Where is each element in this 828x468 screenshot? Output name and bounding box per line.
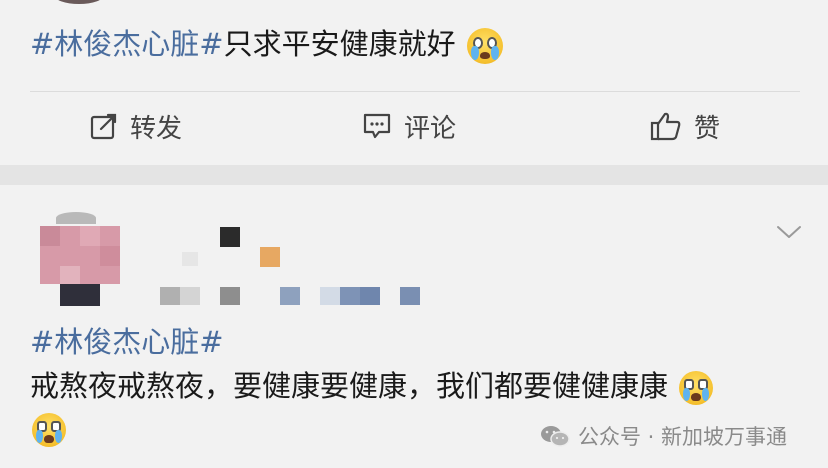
- watermark: 公众号 · 新加坡万事通: [540, 420, 787, 452]
- comment-button[interactable]: 评论: [362, 104, 456, 148]
- comment-label: 评论: [404, 113, 457, 144]
- post-text: 只求平安健康就好: [223, 27, 456, 61]
- post-text: 戒熬夜戒熬夜，要健康要健康，我们都要健健康康: [30, 369, 669, 403]
- wechat-logo-icon: [540, 424, 570, 448]
- avatar[interactable]: [54, 0, 104, 4]
- post-content: 戒熬夜戒熬夜，要健康要健康，我们都要健健康康: [30, 366, 714, 406]
- crying-face-emoji-icon: [466, 28, 503, 64]
- chevron-down-icon[interactable]: [776, 224, 802, 244]
- feed-separator: [0, 165, 828, 185]
- repost-button[interactable]: 转发: [90, 104, 182, 148]
- crying-face-emoji-icon: [32, 413, 66, 447]
- watermark-text: 公众号 · 新加坡万事通: [578, 425, 788, 449]
- edit-share-icon: [90, 112, 118, 140]
- comment-icon: [362, 112, 392, 140]
- hashtag-link[interactable]: #林俊杰心脏#: [30, 322, 224, 362]
- divider: [30, 91, 800, 92]
- like-button[interactable]: 赞: [650, 104, 720, 148]
- repost-label: 转发: [130, 113, 183, 144]
- like-label: 赞: [694, 113, 721, 144]
- post-content: #林俊杰心脏#只求平安健康就好: [30, 24, 503, 64]
- hashtag-link[interactable]: #林俊杰心脏#: [30, 27, 224, 61]
- post-card-top: #林俊杰心脏#只求平安健康就好 转发 评论 赞: [0, 0, 828, 165]
- crying-face-emoji-icon: [679, 371, 714, 405]
- thumbs-up-icon: [650, 111, 682, 141]
